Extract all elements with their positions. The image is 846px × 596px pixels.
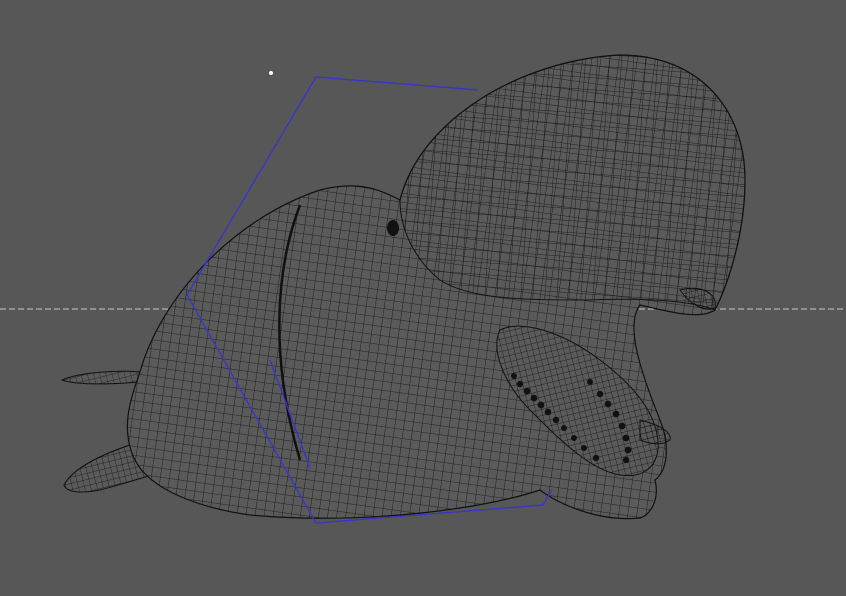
whale-melon (399, 54, 746, 311)
viewport-canvas[interactable] (0, 0, 846, 596)
whale-eye (387, 220, 399, 236)
light-point-icon[interactable] (269, 71, 273, 75)
beluga-mesh[interactable] (60, 54, 746, 520)
3d-viewport[interactable] (0, 0, 846, 596)
